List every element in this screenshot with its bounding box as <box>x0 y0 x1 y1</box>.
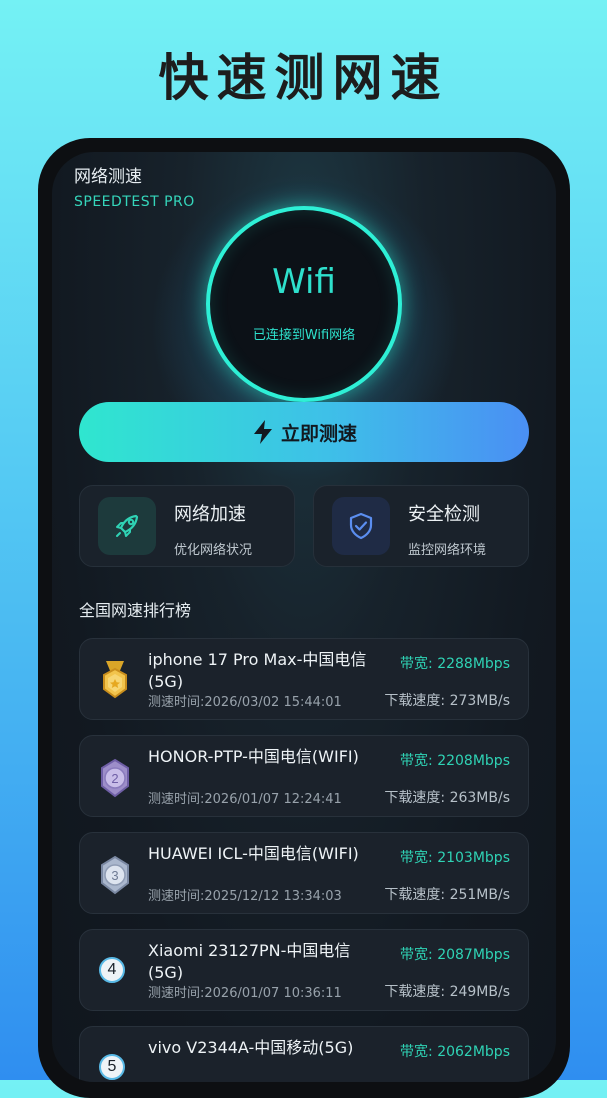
feature-title: 安全检测 <box>408 504 480 525</box>
device-name: HONOR-PTP-中国电信(WIFI) <box>148 747 359 766</box>
app-title: 网络测速 <box>74 167 142 187</box>
feature-desc: 优化网络状况 <box>174 543 253 558</box>
device-name: Xiaomi 23127PN-中国电信(5G) <box>148 941 351 982</box>
test-time: 测速时间:2026/03/02 15:44:01 <box>148 695 342 710</box>
start-test-button[interactable]: 立即测速 <box>79 402 529 462</box>
rank-number: 5 <box>99 1054 125 1080</box>
silver-medal-icon: 2 <box>101 758 129 798</box>
download-speed: 下载速度: 263MB/s <box>384 790 510 806</box>
phone-frame: 网络测速 SPEEDTEST PRO Wifi 已连接到Wifi网络 立即测速 <box>38 138 570 1098</box>
svg-text:3: 3 <box>111 868 118 883</box>
connection-type: Wifi <box>272 262 336 302</box>
ranking-card[interactable]: 5 vivo V2344A-中国移动(5G) 带宽: 2062Mbps <box>79 1026 529 1082</box>
bandwidth-value: 带宽: 2208Mbps <box>400 753 510 769</box>
rank-number: 4 <box>99 957 125 983</box>
feature-title: 网络加速 <box>174 504 246 525</box>
lightning-icon <box>253 420 272 444</box>
ranking-card[interactable]: iphone 17 Pro Max-中国电信(5G) 带宽: 2288Mbps … <box>79 638 529 720</box>
feature-security-check[interactable]: 安全检测 监控网络环境 <box>313 485 529 567</box>
gold-medal-icon <box>103 661 127 699</box>
test-time: 测速时间:2026/01/07 12:24:41 <box>148 792 342 807</box>
connection-status-ring[interactable]: Wifi 已连接到Wifi网络 <box>206 206 402 402</box>
test-time: 测速时间:2026/01/07 10:36:11 <box>148 986 342 1001</box>
shield-check-icon <box>332 497 390 555</box>
ranking-card[interactable]: 4 Xiaomi 23127PN-中国电信(5G) 带宽: 2087Mbps 测… <box>79 929 529 1011</box>
feature-desc: 监控网络环境 <box>408 543 487 558</box>
bandwidth-value: 带宽: 2103Mbps <box>400 850 510 866</box>
bandwidth-value: 带宽: 2062Mbps <box>400 1044 510 1060</box>
device-name: HUAWEI ICL-中国电信(WIFI) <box>148 844 359 863</box>
promo-headline: 快速测网速 <box>158 49 449 107</box>
ranking-card[interactable]: 2 HONOR-PTP-中国电信(WIFI) 带宽: 2208Mbps 测速时间… <box>79 735 529 817</box>
start-test-label: 立即测速 <box>280 422 357 445</box>
download-speed: 下载速度: 273MB/s <box>384 693 510 709</box>
device-name: vivo V2344A-中国移动(5G) <box>148 1038 354 1057</box>
connection-status-text: 已连接到Wifi网络 <box>252 328 356 343</box>
app-screen: 网络测速 SPEEDTEST PRO Wifi 已连接到Wifi网络 立即测速 <box>52 152 556 1082</box>
ranking-title: 全国网速排行榜 <box>79 601 192 620</box>
rocket-icon <box>98 497 156 555</box>
ranking-card[interactable]: 3 HUAWEI ICL-中国电信(WIFI) 带宽: 2103Mbps 测速时… <box>79 832 529 914</box>
svg-text:2: 2 <box>111 771 118 786</box>
bronze-medal-icon: 3 <box>101 855 129 895</box>
test-time: 测速时间:2025/12/12 13:34:03 <box>148 889 342 904</box>
device-name: iphone 17 Pro Max-中国电信(5G) <box>148 650 367 691</box>
download-speed: 下载速度: 251MB/s <box>384 887 510 903</box>
download-speed: 下载速度: 249MB/s <box>384 984 510 1000</box>
bandwidth-value: 带宽: 2288Mbps <box>400 656 510 672</box>
bandwidth-value: 带宽: 2087Mbps <box>400 947 510 963</box>
feature-network-boost[interactable]: 网络加速 优化网络状况 <box>79 485 295 567</box>
app-subtitle: SPEEDTEST PRO <box>74 194 195 210</box>
